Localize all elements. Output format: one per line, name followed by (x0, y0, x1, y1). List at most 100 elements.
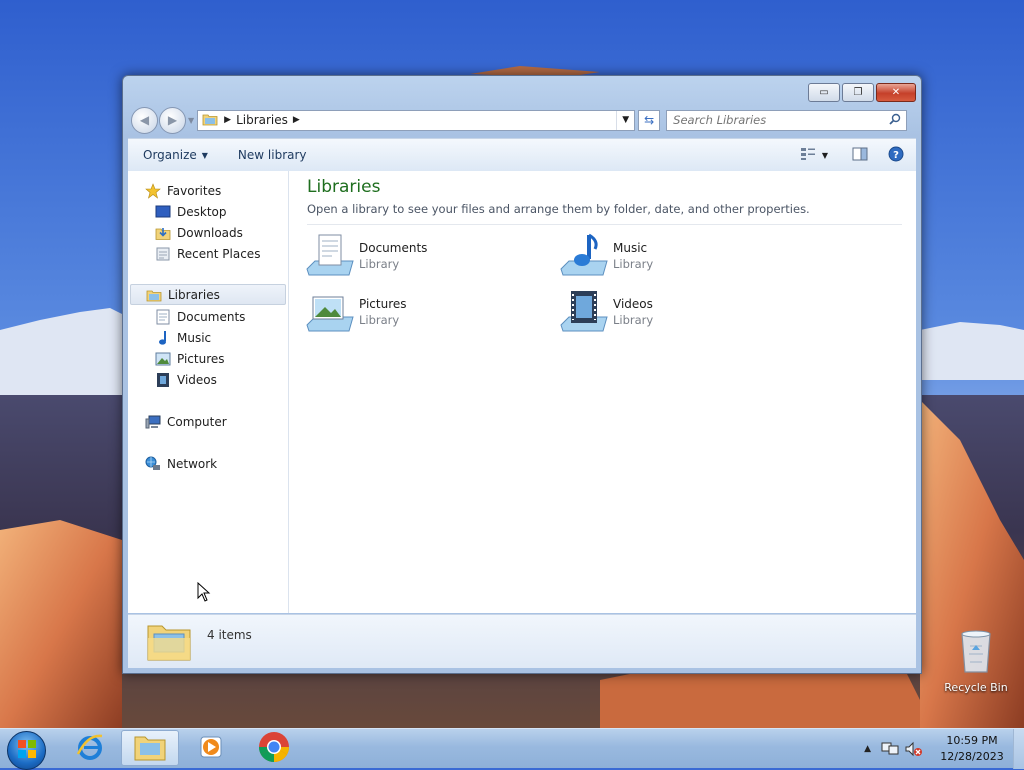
nav-item-videos[interactable]: Videos (155, 369, 217, 390)
nav-item-recent-places[interactable]: Recent Places (155, 243, 260, 264)
breadcrumb-separator-icon[interactable]: ▶ (224, 115, 231, 125)
taskbar-windows-explorer[interactable] (121, 730, 179, 766)
library-item-documents[interactable]: Documents Library (305, 231, 545, 281)
minimize-icon: ▭ (819, 87, 829, 98)
organize-label: Organize (143, 148, 197, 162)
pictures-icon (155, 351, 171, 367)
preview-pane-button[interactable] (852, 147, 868, 164)
explorer-content: Favorites Desktop Downloads Recent Place… (128, 171, 916, 613)
taskbar: ▲ 10:59 PM 12/28/2023 (0, 728, 1024, 770)
item-count: 4 items (207, 627, 252, 642)
new-library-label: New library (237, 148, 307, 162)
refresh-icon: ⇆ (644, 113, 655, 127)
library-item-music[interactable]: Music Library (559, 231, 799, 281)
music-library-icon (559, 231, 609, 281)
nav-libraries[interactable]: Libraries (130, 284, 286, 305)
address-row: ◀ ▶ ▼ ▶ Libraries ▶ ▼ ⇆ (131, 106, 914, 134)
mouse-pointer-icon (197, 581, 211, 605)
breadcrumb-libraries[interactable]: Libraries (236, 113, 288, 127)
nav-item-label: Documents (177, 309, 246, 324)
command-bar: Organize ▼ New library ▼ ? (128, 138, 916, 172)
nav-item-downloads[interactable]: Downloads (155, 222, 243, 243)
windows-logo-icon (16, 738, 38, 763)
chrome-icon (258, 731, 290, 766)
volume-muted-icon[interactable] (905, 741, 923, 757)
caption-buttons: ▭ ❐ ✕ (808, 83, 916, 102)
internet-explorer-icon (75, 732, 105, 765)
forward-button[interactable]: ▶ (159, 106, 186, 134)
nav-item-music[interactable]: Music (155, 327, 211, 348)
library-name: Videos (613, 297, 653, 311)
documents-icon (155, 309, 171, 325)
windows-explorer-icon (134, 733, 166, 764)
nav-item-label: Recent Places (177, 246, 261, 261)
pictures-library-icon (305, 287, 355, 337)
system-clock[interactable]: 10:59 PM 12/28/2023 (937, 733, 1007, 765)
nav-network[interactable]: Network (145, 453, 217, 474)
maximize-icon: ❐ (853, 87, 863, 98)
nav-item-desktop[interactable]: Desktop (155, 201, 227, 222)
minimize-button[interactable]: ▭ (808, 83, 840, 102)
nav-computer-label: Computer (167, 414, 227, 429)
nav-item-label: Downloads (177, 225, 243, 240)
maximize-button[interactable]: ❐ (842, 83, 874, 102)
address-bar[interactable]: ▶ Libraries ▶ ▼ (197, 109, 636, 131)
start-button[interactable] (7, 731, 46, 770)
libraries-large-icon (146, 618, 192, 665)
back-button[interactable]: ◀ (131, 106, 158, 134)
view-options-icon (800, 147, 816, 164)
navigation-pane: Favorites Desktop Downloads Recent Place… (128, 171, 289, 613)
more-views-dropdown-icon[interactable]: ▼ (822, 151, 828, 160)
recycle-bin-shortcut[interactable]: Recycle Bin (940, 628, 1012, 694)
search-box[interactable] (666, 109, 908, 131)
refresh-button[interactable]: ⇆ (638, 109, 661, 131)
clock-date: 12/28/2023 (940, 750, 1004, 763)
library-item-videos[interactable]: Videos Library (559, 287, 799, 337)
help-icon: ? (888, 146, 904, 165)
library-kind: Library (359, 257, 400, 271)
forward-arrow-icon: ▶ (167, 113, 178, 127)
new-library-button[interactable]: New library (223, 148, 322, 162)
recycle-bin-icon (956, 630, 996, 679)
library-item-pictures[interactable]: Pictures Library (305, 287, 545, 337)
documents-library-icon (305, 231, 355, 281)
nav-computer[interactable]: Computer (145, 411, 227, 432)
library-name: Pictures (359, 297, 407, 311)
nav-item-label: Music (177, 330, 212, 345)
taskbar-internet-explorer[interactable] (61, 730, 119, 766)
nav-item-documents[interactable]: Documents (155, 306, 245, 327)
windows-media-player-icon (197, 733, 225, 764)
close-button[interactable]: ✕ (876, 83, 916, 102)
music-icon (155, 330, 171, 346)
nav-libraries-label: Libraries (168, 287, 220, 302)
show-desktop-button[interactable] (1013, 729, 1024, 769)
search-icon[interactable] (889, 113, 906, 128)
help-button[interactable]: ? (888, 146, 904, 165)
taskbar-chrome[interactable] (245, 730, 303, 766)
libraries-folder-icon (202, 112, 218, 129)
videos-library-icon (559, 287, 609, 337)
details-pane: 4 items (128, 614, 916, 668)
libraries-icon (146, 287, 162, 303)
back-arrow-icon: ◀ (139, 113, 150, 127)
library-name: Music (613, 241, 648, 255)
address-history-dropdown-icon[interactable]: ▼ (616, 110, 634, 130)
network-status-icon[interactable] (881, 741, 899, 757)
recycle-bin-label: Recycle Bin (944, 681, 1008, 694)
change-view-button[interactable] (800, 147, 816, 164)
favorites-star-icon (145, 182, 161, 199)
nav-item-label: Desktop (177, 204, 227, 219)
breadcrumb-separator-icon[interactable]: ▶ (293, 115, 300, 125)
library-kind: Library (613, 257, 654, 271)
videos-icon (155, 372, 171, 388)
nav-favorites[interactable]: Favorites (145, 180, 221, 201)
taskbar-media-player[interactable] (182, 730, 240, 766)
recent-pages-dropdown-icon[interactable]: ▼ (188, 116, 194, 125)
nav-item-pictures[interactable]: Pictures (155, 348, 225, 369)
search-input[interactable] (667, 112, 890, 128)
page-description: Open a library to see your files and arr… (307, 202, 810, 216)
notification-area: ▲ 10:59 PM 12/28/2023 (864, 729, 1024, 769)
clock-time: 10:59 PM (946, 734, 998, 747)
show-hidden-icons-icon[interactable]: ▲ (864, 744, 871, 754)
organize-button[interactable]: Organize ▼ (128, 148, 223, 162)
